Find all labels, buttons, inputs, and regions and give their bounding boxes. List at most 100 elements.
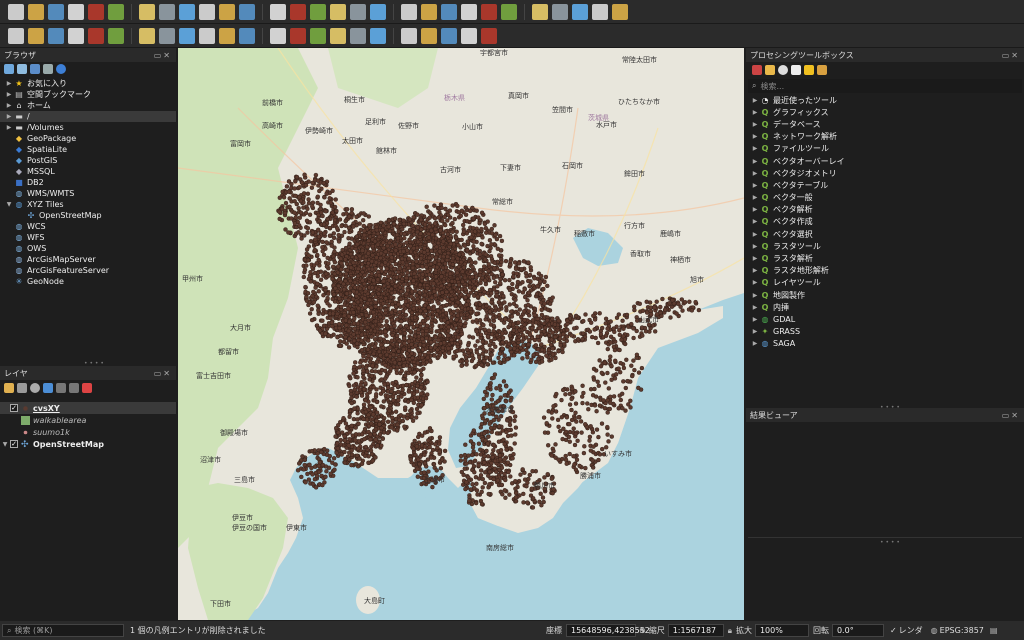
processing-item[interactable]: ▶ ◔ 最近使ったツール (750, 94, 1024, 106)
processing-item[interactable]: ▶ Q グラフィックス (750, 106, 1024, 118)
processing-item[interactable]: ▶ Q ベクタ一般 (750, 192, 1024, 204)
add-feature-icon[interactable] (108, 27, 124, 44)
processing-item[interactable]: ▶ Q 内挿 (750, 301, 1024, 313)
processing-item[interactable]: ▶ Q データベース (750, 118, 1024, 130)
text-annotation-icon[interactable] (612, 3, 628, 20)
layer-item[interactable]: suumo1k (0, 426, 176, 438)
label-show-icon[interactable] (350, 27, 366, 44)
node-tool-icon[interactable] (159, 27, 175, 44)
label-move-icon[interactable] (370, 27, 386, 44)
expand-arrow-icon[interactable]: ▶ (750, 194, 760, 201)
browser-item[interactable]: ◍ WCS (0, 221, 176, 232)
expand-arrow-icon[interactable]: ▶ (4, 102, 14, 109)
expand-arrow-icon[interactable]: ▶ (4, 124, 14, 131)
processing-item[interactable]: ▶ Q ラスタ解析 (750, 252, 1024, 264)
label-rotate-icon[interactable] (401, 27, 417, 44)
layer-style-icon[interactable] (4, 383, 14, 393)
layer-visibility-checkbox[interactable]: ✓ (10, 440, 18, 448)
layer-item[interactable]: ✓ cvsXY (0, 402, 176, 414)
add-group-icon[interactable] (17, 383, 27, 393)
browser-item[interactable]: ◆ PostGIS (0, 155, 176, 166)
browser-item[interactable]: ◆ MSSQL (0, 166, 176, 177)
expand-arrow-icon[interactable]: ▶ (750, 328, 760, 335)
processing-item[interactable]: ▶ Q ベクタテーブル (750, 179, 1024, 191)
expand-arrow-icon[interactable]: ▶ (750, 158, 760, 165)
browser-item[interactable]: ▼ ◍ XYZ Tiles (0, 199, 176, 210)
layer-visibility-checkbox[interactable] (10, 428, 18, 436)
pan-icon[interactable] (139, 3, 155, 20)
add-selected-icon[interactable] (4, 64, 14, 74)
scripts-icon[interactable] (765, 65, 775, 75)
browser-item[interactable]: ◆ GeoPackage (0, 133, 176, 144)
visibility-icon[interactable] (30, 383, 40, 393)
expand-arrow-icon[interactable]: ▶ (750, 97, 760, 104)
expand-arrow-icon[interactable]: ▶ (750, 121, 760, 128)
expand-arrow-icon[interactable]: ▶ (750, 243, 760, 250)
expand-arrow-icon[interactable]: ▶ (750, 340, 760, 347)
expand-arrow-icon[interactable]: ▶ (750, 279, 760, 286)
refresh-icon[interactable] (370, 3, 386, 20)
filter-legend-icon[interactable] (43, 383, 53, 393)
expand-arrow-icon[interactable]: ▶ (750, 231, 760, 238)
browser-item[interactable]: ▶ ▤ 空間ブックマーク (0, 89, 176, 100)
crs-label[interactable]: EPSG:3857 (940, 626, 984, 635)
browser-item[interactable]: ▶ ▬ / (0, 111, 176, 122)
expand-arrow-icon[interactable]: ▶ (750, 255, 760, 262)
processing-item[interactable]: ▶ Q ベクタ解析 (750, 204, 1024, 216)
filter-icon[interactable] (30, 64, 40, 74)
history-icon[interactable] (778, 65, 788, 75)
processing-item[interactable]: ▶ Q ベクタ選択 (750, 228, 1024, 240)
processing-item[interactable]: ▶ Q ラスタ地形解析 (750, 265, 1024, 277)
print-layout-icon[interactable] (88, 3, 104, 20)
action-icon[interactable] (421, 3, 437, 20)
move-feature-icon[interactable] (139, 27, 155, 44)
expand-arrow-icon[interactable]: ▶ (750, 109, 760, 116)
undo-icon[interactable] (270, 27, 286, 44)
zoom-last-icon[interactable] (290, 3, 306, 20)
label-change-icon[interactable] (421, 27, 437, 44)
processing-item[interactable]: ▶ Q ファイルツール (750, 143, 1024, 155)
label-pin-icon[interactable] (330, 27, 346, 44)
zoom-layer-icon[interactable] (239, 3, 255, 20)
paste-icon[interactable] (239, 27, 255, 44)
panel-float-close-icon[interactable]: ▭✕ (154, 369, 172, 378)
magnifier-field[interactable]: 100% (754, 624, 809, 637)
layer-item[interactable]: ▼ ✓ ✣ OpenStreetMap (0, 438, 176, 450)
info-icon[interactable] (56, 64, 66, 74)
show-bookmarks-icon[interactable] (350, 3, 366, 20)
browser-item[interactable]: ■ DB2 (0, 177, 176, 188)
panel-float-close-icon[interactable]: ▭✕ (154, 51, 172, 60)
delete-icon[interactable] (179, 27, 195, 44)
browser-item[interactable]: ▶ ▬ /Volumes (0, 122, 176, 133)
browser-item[interactable]: ✣ OpenStreetMap (0, 210, 176, 221)
layer-item[interactable]: walkablearea (0, 414, 176, 426)
expand-arrow-icon[interactable]: ▶ (750, 218, 760, 225)
settings-icon[interactable] (532, 3, 548, 20)
plugin-icon[interactable] (481, 27, 497, 44)
extent-toggle-icon[interactable]: ⊕ (639, 626, 646, 635)
expand-arrow-icon[interactable]: ▶ (750, 182, 760, 189)
digitize-icon[interactable] (48, 27, 64, 44)
layer-visibility-checkbox[interactable]: ✓ (10, 404, 18, 412)
processing-item[interactable]: ▶ Q ベクタオーバーレイ (750, 155, 1024, 167)
refresh-icon[interactable] (17, 64, 27, 74)
locator-search[interactable]: ⌕ 検索 (⌘K) (2, 624, 124, 637)
processing-search[interactable]: ⌕ 検索... (748, 79, 1022, 93)
expand-arrow-icon[interactable]: ▶ (750, 316, 760, 323)
models-icon[interactable] (752, 65, 762, 75)
zoom-selection-icon[interactable] (270, 3, 286, 20)
coordinate-field[interactable]: 15648596,4238552 (566, 624, 650, 637)
zoom-in-icon[interactable] (179, 3, 195, 20)
sum-icon[interactable] (552, 3, 568, 20)
processing-item[interactable]: ▶ Q 地図製作 (750, 289, 1024, 301)
panel-float-close-icon[interactable]: ▭✕ (1002, 411, 1020, 420)
expand-arrow-icon[interactable]: ▶ (750, 145, 760, 152)
pan-selection-icon[interactable] (159, 3, 175, 20)
browser-item[interactable]: ▶ ⌂ ホーム (0, 100, 176, 111)
render-checkbox[interactable]: ✓ (890, 626, 897, 635)
expand-icon[interactable] (56, 383, 66, 393)
results-icon[interactable] (791, 65, 801, 75)
processing-item[interactable]: ▶ Q ラスタツール (750, 240, 1024, 252)
measure-icon[interactable] (572, 3, 588, 20)
options-icon[interactable] (817, 65, 827, 75)
